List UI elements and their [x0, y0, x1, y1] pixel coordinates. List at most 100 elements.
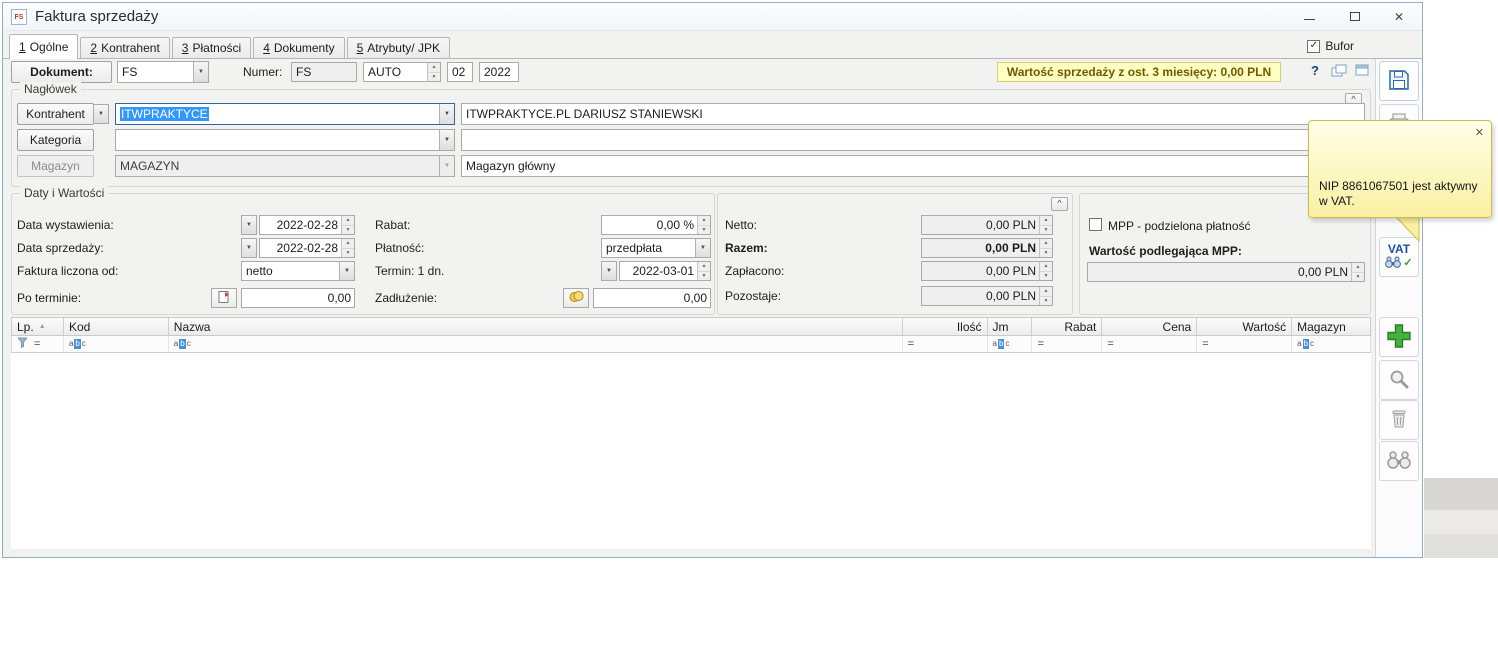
- save-button[interactable]: [1379, 61, 1419, 101]
- col-header-lp[interactable]: Lp.▲: [12, 318, 64, 335]
- date-spinner[interactable]: ▲▼: [697, 262, 710, 280]
- dokument-type-combo[interactable]: FS ▼: [117, 61, 209, 83]
- tab-ogolne[interactable]: 1Ogólne: [9, 34, 78, 59]
- tab-atrybuty-jpk[interactable]: 5Atrybuty/ JPK: [347, 37, 450, 58]
- filter-cell-cena[interactable]: =: [1102, 336, 1197, 352]
- grid-filter-row: = abc abc = abc = = = abc: [11, 336, 1371, 353]
- tab-mnemonic: 2: [90, 41, 97, 55]
- kontrahent-button-label: Kontrahent: [26, 107, 85, 121]
- po-terminie-field[interactable]: 0,00: [241, 288, 355, 308]
- magazyn-name-field[interactable]: Magazyn główny: [461, 155, 1365, 177]
- dokument-button[interactable]: Dokument:: [11, 61, 112, 83]
- col-header-cena[interactable]: Cena: [1102, 318, 1197, 335]
- tab-mnemonic: 4: [263, 41, 270, 55]
- tab-platnosci[interactable]: 3Płatności: [172, 37, 251, 58]
- date-spinner[interactable]: ▲▼: [341, 239, 354, 257]
- kontrahent-button[interactable]: Kontrahent: [17, 103, 94, 125]
- add-item-button[interactable]: [1379, 317, 1419, 357]
- delete-item-button[interactable]: [1379, 400, 1419, 440]
- col-header-jm[interactable]: Jm: [988, 318, 1033, 335]
- netto-label: Netto:: [725, 218, 757, 232]
- rabat-field[interactable]: 0,00 % ▲▼: [601, 215, 711, 235]
- kategoria-code-combo[interactable]: ▼: [115, 129, 455, 151]
- edit-item-button[interactable]: [1379, 360, 1419, 400]
- binoculars-icon: [1386, 450, 1412, 473]
- mpp-checkbox[interactable]: [1089, 218, 1102, 231]
- spin-up-icon: ▲: [1352, 263, 1364, 273]
- data-sprzedazy-value: 2022-02-28: [264, 241, 341, 255]
- kontrahent-type-dropdown[interactable]: ▼: [93, 104, 109, 124]
- col-label: Jm: [993, 320, 1009, 334]
- dropdown-arrow-icon[interactable]: ▼: [695, 239, 710, 257]
- kategoria-button[interactable]: Kategoria: [17, 129, 94, 151]
- zaplacono-label: Zapłacono:: [725, 264, 784, 278]
- numer-auto-field[interactable]: AUTO ▲▼: [363, 62, 441, 82]
- spinner: ▲▼: [1039, 239, 1052, 257]
- maximize-button[interactable]: [1334, 3, 1376, 30]
- filter-cell-rabat[interactable]: =: [1032, 336, 1102, 352]
- minimize-button[interactable]: [1288, 3, 1330, 30]
- dropdown-arrow-icon: ▼: [439, 156, 454, 176]
- col-header-wartosc[interactable]: Wartość: [1197, 318, 1292, 335]
- dock-window-icon[interactable]: [1355, 64, 1370, 80]
- spin-down-icon: ▼: [1040, 272, 1052, 281]
- zadluzenie-button[interactable]: [563, 288, 589, 308]
- platnosc-combo[interactable]: przedpłata ▼: [601, 238, 711, 258]
- close-button[interactable]: ✕: [1378, 3, 1420, 30]
- filter-cell-lp[interactable]: =: [12, 336, 64, 352]
- data-wystawienia-value: 2022-02-28: [264, 218, 341, 232]
- kontrahent-code-combo[interactable]: ITWPRAKTYCE ▼: [115, 103, 455, 125]
- zadluzenie-field[interactable]: 0,00: [593, 288, 711, 308]
- filter-cell-magazyn[interactable]: abc: [1292, 336, 1370, 352]
- spin-up-icon: ▲: [342, 239, 354, 249]
- po-terminie-button[interactable]: [211, 288, 237, 308]
- vat-binoculars-icon: [1385, 256, 1401, 271]
- grid-empty-area[interactable]: [11, 353, 1371, 549]
- tooltip-close-icon[interactable]: ✕: [1475, 126, 1484, 139]
- col-header-nazwa[interactable]: Nazwa: [169, 318, 903, 335]
- kategoria-name-field[interactable]: [461, 129, 1365, 151]
- platnosc-label: Płatność:: [375, 241, 424, 255]
- numer-auto-spinner[interactable]: ▲▼: [427, 63, 440, 81]
- dropdown-arrow-icon[interactable]: ▼: [439, 130, 454, 150]
- filter-cell-jm[interactable]: abc: [988, 336, 1033, 352]
- filter-cell-kod[interactable]: abc: [64, 336, 169, 352]
- dropdown-arrow-icon[interactable]: ▼: [339, 262, 354, 280]
- termin-calendar-dropdown[interactable]: ▼: [601, 261, 617, 281]
- data-wystawienia-calendar-dropdown[interactable]: ▼: [241, 215, 257, 235]
- dropdown-arrow-icon[interactable]: ▼: [193, 62, 208, 82]
- tab-label: Ogólne: [30, 40, 69, 54]
- data-sprzedazy-calendar-dropdown[interactable]: ▼: [241, 238, 257, 258]
- numer-scheme-field[interactable]: FS: [291, 62, 357, 82]
- col-header-magazyn[interactable]: Magazyn: [1292, 318, 1370, 335]
- data-sprzedazy-field[interactable]: 2022-02-28 ▲▼: [259, 238, 355, 258]
- date-spinner[interactable]: ▲▼: [341, 216, 354, 234]
- text-filter-icon: abc: [993, 339, 1010, 349]
- filter-cell-ilosc[interactable]: =: [903, 336, 988, 352]
- help-icon[interactable]: ?: [1311, 63, 1319, 78]
- data-wystawienia-field[interactable]: 2022-02-28 ▲▼: [259, 215, 355, 235]
- filter-cell-nazwa[interactable]: abc: [169, 336, 903, 352]
- spin-down-icon: ▼: [1040, 249, 1052, 258]
- numer-month-field[interactable]: 02: [447, 62, 473, 82]
- numer-year-field[interactable]: 2022: [479, 62, 519, 82]
- filter-cell-wartosc[interactable]: =: [1197, 336, 1292, 352]
- col-header-rabat[interactable]: Rabat: [1032, 318, 1102, 335]
- faktura-liczona-combo[interactable]: netto ▼: [241, 261, 355, 281]
- numer-label: Numer:: [243, 65, 282, 79]
- col-header-kod[interactable]: Kod: [64, 318, 169, 335]
- zadluzenie-value: 0,00: [598, 291, 710, 305]
- equals-filter-icon: =: [34, 338, 40, 350]
- tab-dokumenty[interactable]: 4Dokumenty: [253, 37, 344, 58]
- col-header-ilosc[interactable]: Ilość: [903, 318, 988, 335]
- window-title: Faktura sprzedaży: [35, 8, 158, 25]
- bufor-checkbox[interactable]: ✓: [1307, 40, 1320, 53]
- totals-collapse-button[interactable]: ^: [1051, 197, 1068, 211]
- find-button[interactable]: [1379, 441, 1419, 481]
- dropdown-arrow-icon[interactable]: ▼: [439, 104, 454, 124]
- tab-kontrahent[interactable]: 2Kontrahent: [80, 37, 169, 58]
- rabat-spinner[interactable]: ▲▼: [697, 216, 710, 234]
- cascade-windows-icon[interactable]: [1331, 64, 1347, 81]
- termin-field[interactable]: 2022-03-01 ▲▼: [619, 261, 711, 281]
- kontrahent-name-field[interactable]: ITWPRAKTYCE.PL DARIUSZ STANIEWSKI: [461, 103, 1365, 125]
